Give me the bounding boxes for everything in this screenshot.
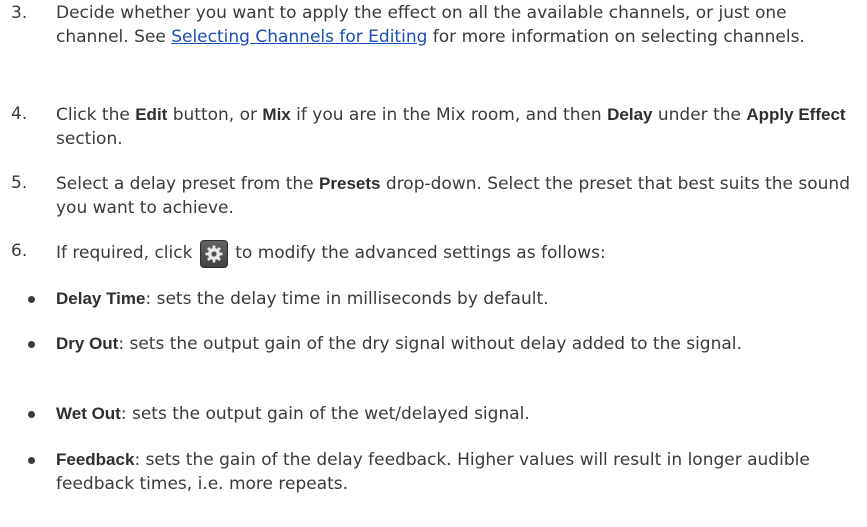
wet-out-term: Wet Out [56, 404, 121, 423]
step-text: If required, click to modify the advance… [56, 240, 861, 268]
mix-term: Mix [262, 105, 291, 124]
dry-out-term: Dry Out [56, 334, 119, 353]
step-number: 5. [11, 173, 28, 193]
step-text: Decide whether you want to apply the eff… [56, 3, 805, 47]
selecting-channels-link[interactable]: Selecting Channels for Editing [171, 27, 427, 47]
delay-time-term: Delay Time [56, 289, 146, 308]
step-text: Click the Edit button, or Mix if you are… [56, 105, 846, 149]
step-text: Select a delay preset from the Presets d… [56, 174, 850, 218]
edit-term: Edit [135, 105, 168, 124]
bullet-dot [28, 411, 35, 418]
bullet-dot [28, 341, 35, 348]
document: 3. Decide whether you want to apply the … [0, 0, 867, 527]
step-number: 3. [11, 3, 28, 23]
delay-term: Delay [607, 105, 653, 124]
step-number: 4. [11, 104, 28, 124]
bullet-dot [28, 296, 35, 303]
gear-icon [205, 245, 223, 263]
presets-term: Presets [319, 174, 381, 193]
bullet-dot [28, 457, 35, 464]
gear-icon[interactable] [199, 240, 228, 268]
feedback-term: Feedback [56, 450, 135, 469]
apply-effect-term: Apply Effect [746, 105, 846, 124]
step-number: 6. [11, 241, 28, 261]
